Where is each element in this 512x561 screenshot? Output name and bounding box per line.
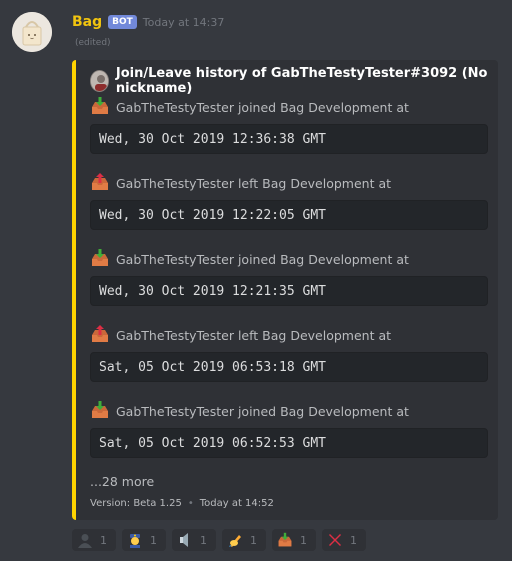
history-entry: GabTheTestyTester joined Bag Development… (90, 96, 490, 154)
cross-mark-icon (326, 531, 344, 549)
footer-version: Version: Beta 1.25 (90, 498, 182, 509)
inbox-tray-icon (90, 96, 110, 118)
bot-avatar[interactable] (12, 12, 52, 52)
more-count: ...28 more (90, 474, 155, 489)
speaker-icon (176, 531, 194, 549)
embed-author-name: Join/Leave history of GabTheTestyTester#… (115, 66, 488, 96)
reaction-count: 1 (250, 533, 257, 547)
history-entry: GabTheTestyTester left Bag Development a… (90, 172, 490, 230)
entry-timestamp-code: Wed, 30 Oct 2019 12:22:05 GMT (90, 200, 488, 230)
username[interactable]: Bag (72, 14, 102, 30)
entry-timestamp-code: Sat, 05 Oct 2019 06:53:18 GMT (90, 352, 488, 382)
entry-text: GabTheTestyTester left Bag Development a… (116, 175, 392, 191)
reaction-count: 1 (150, 533, 157, 547)
police-officer-icon (126, 531, 144, 549)
history-entry: GabTheTestyTester left Bag Development a… (90, 324, 490, 382)
footer-separator: • (187, 498, 194, 509)
reaction-count: 1 (300, 533, 307, 547)
user-avatar-icon (91, 71, 108, 91)
outbox-tray-icon (90, 172, 110, 194)
entry-line: GabTheTestyTester joined Bag Development… (90, 96, 490, 118)
outbox-tray-icon (90, 324, 110, 346)
entry-timestamp-code: Wed, 30 Oct 2019 12:36:38 GMT (90, 124, 488, 154)
edited-label: (edited) (75, 38, 111, 48)
message-header: Bag BOT Today at 14:37 (72, 12, 224, 32)
message-timestamp: Today at 14:37 (142, 15, 225, 29)
reaction-button[interactable]: 1 (172, 529, 216, 551)
bot-badge: BOT (108, 15, 137, 29)
inbox-tray-icon (276, 531, 294, 549)
entry-text: GabTheTestyTester left Bag Development a… (116, 327, 392, 343)
tote-bag-icon (12, 12, 52, 52)
entry-text: GabTheTestyTester joined Bag Development… (116, 251, 409, 267)
entry-line: GabTheTestyTester joined Bag Development… (90, 400, 490, 422)
reaction-button[interactable]: 1 (222, 529, 266, 551)
entry-timestamp-code: Wed, 30 Oct 2019 12:21:35 GMT (90, 276, 488, 306)
history-entry: GabTheTestyTester joined Bag Development… (90, 400, 490, 458)
inbox-tray-icon (90, 400, 110, 422)
reaction-count: 1 (100, 533, 107, 547)
entry-timestamp-code: Sat, 05 Oct 2019 06:52:53 GMT (90, 428, 488, 458)
author-avatar (90, 70, 109, 92)
reactions-bar: 1 1 1 1 1 1 (72, 529, 372, 551)
reaction-button[interactable]: 1 (72, 529, 116, 551)
entry-text: GabTheTestyTester joined Bag Development… (116, 403, 409, 419)
entry-line: GabTheTestyTester left Bag Development a… (90, 172, 490, 194)
entry-text: GabTheTestyTester joined Bag Development… (116, 99, 409, 115)
entry-line: GabTheTestyTester left Bag Development a… (90, 324, 490, 346)
writing-hand-icon (226, 531, 244, 549)
reaction-button[interactable]: 1 (122, 529, 166, 551)
entry-line: GabTheTestyTester joined Bag Development… (90, 248, 490, 270)
bust-in-silhouette-icon (76, 531, 94, 549)
reaction-button[interactable]: 1 (322, 529, 366, 551)
inbox-tray-icon (90, 248, 110, 270)
footer-time: Today at 14:52 (199, 498, 274, 509)
embed-author: Join/Leave history of GabTheTestyTester#… (90, 66, 498, 96)
embed-footer: Version: Beta 1.25 • Today at 14:52 (90, 498, 274, 509)
reaction-button[interactable]: 1 (272, 529, 316, 551)
embed: Join/Leave history of GabTheTestyTester#… (72, 60, 498, 520)
history-entry: GabTheTestyTester joined Bag Development… (90, 248, 490, 306)
reaction-count: 1 (200, 533, 207, 547)
reaction-count: 1 (350, 533, 357, 547)
